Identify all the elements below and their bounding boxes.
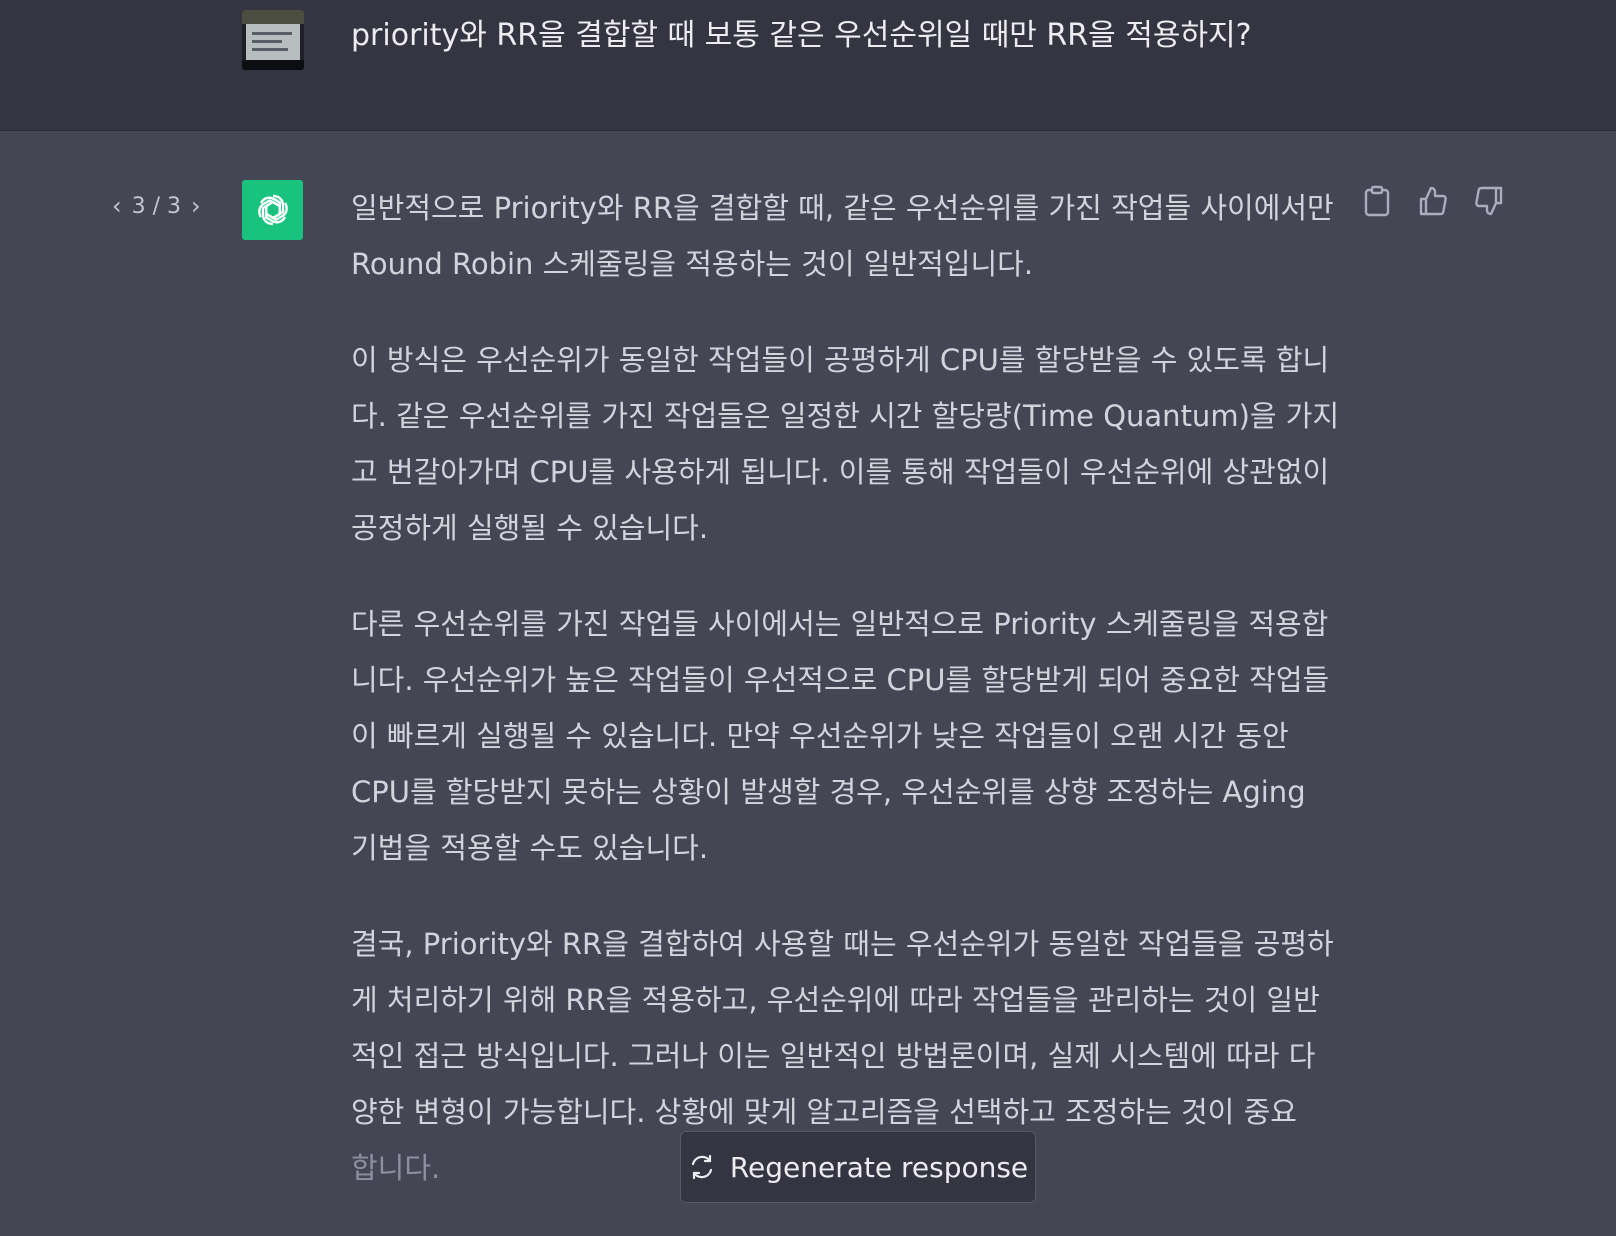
user-message-text: priority와 RR을 결합할 때 보통 같은 우선순위일 때만 RR을 적… xyxy=(351,18,1252,53)
refresh-icon xyxy=(691,1154,712,1180)
pager-label: 3 / 3 xyxy=(131,193,182,219)
thumbs-down-icon xyxy=(1475,186,1503,216)
openai-logo-icon xyxy=(257,194,288,226)
copy-button[interactable] xyxy=(1362,184,1392,218)
chevron-left-icon[interactable]: ‹ xyxy=(112,192,122,220)
user-message-row: priority와 RR을 결합할 때 보통 같은 우선순위일 때만 RR을 적… xyxy=(0,0,1616,131)
assistant-avatar xyxy=(242,180,303,240)
answer-paragraph: 이 방식은 우선순위가 동일한 작업들이 공평하게 CPU를 할당받을 수 있도… xyxy=(351,343,1340,545)
like-button[interactable] xyxy=(1418,184,1448,218)
response-pager: ‹ 3 / 3 › xyxy=(112,192,201,220)
clipboard-icon xyxy=(1364,185,1390,217)
dislike-button[interactable] xyxy=(1474,184,1504,218)
regenerate-response-button[interactable]: Regenerate response xyxy=(680,1131,1036,1203)
thumbs-up-icon xyxy=(1419,186,1447,216)
message-actions xyxy=(1362,184,1504,218)
answer-paragraph: 다른 우선순위를 가진 작업들 사이에서는 일반적으로 Priority 스케줄… xyxy=(351,607,1330,865)
answer-paragraph: 결국, Priority와 RR을 결합하여 사용할 때는 우선순위가 동일한 … xyxy=(351,927,1334,1129)
assistant-answer: 일반적으로 Priority와 RR을 결합할 때, 같은 우선순위를 가진 작… xyxy=(351,180,1341,1236)
user-avatar xyxy=(242,10,304,70)
answer-paragraph: 일반적으로 Priority와 RR을 결합할 때, 같은 우선순위를 가진 작… xyxy=(351,191,1334,281)
regenerate-label: Regenerate response xyxy=(729,1150,1029,1184)
chevron-right-icon[interactable]: › xyxy=(191,192,201,220)
